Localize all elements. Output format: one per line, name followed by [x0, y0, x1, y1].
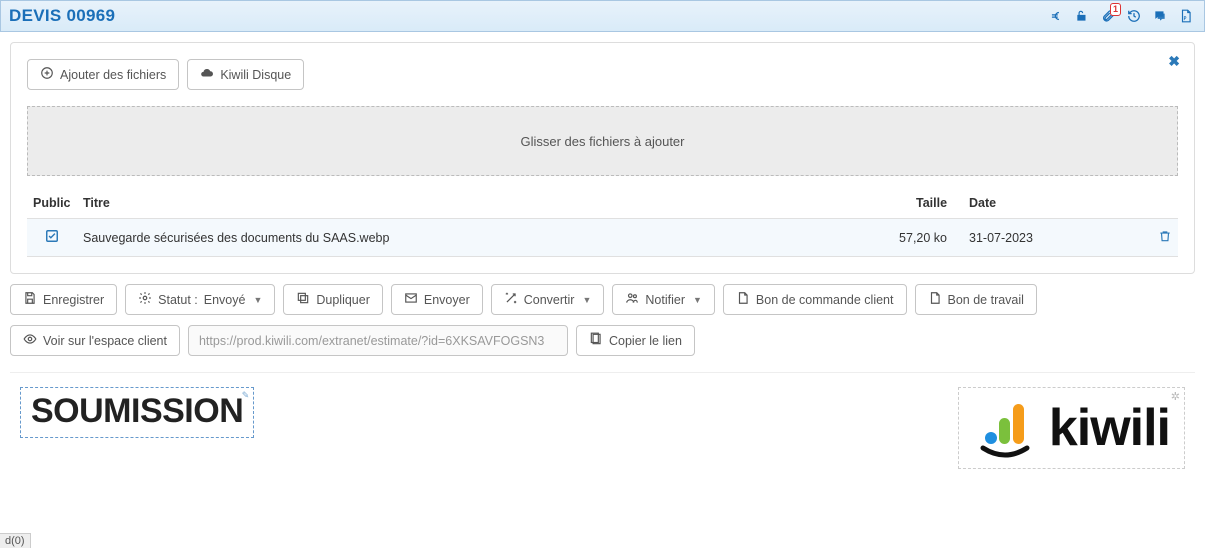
attachment-icon[interactable]: 1 [1098, 6, 1118, 26]
footer-d0: d(0) [0, 533, 31, 548]
work-order-button[interactable]: Bon de travail [915, 284, 1037, 315]
file-title[interactable]: Sauvegarde sécurisées des documents du S… [77, 219, 814, 257]
status-prefix: Statut : [158, 293, 198, 307]
copy-icon [296, 291, 310, 308]
plus-circle-icon [40, 66, 54, 83]
page-title: DEVIS 00969 [9, 6, 115, 26]
close-panel-icon[interactable]: ✖ [1168, 53, 1180, 70]
status-button[interactable]: Statut : Envoyé ▼ [125, 284, 275, 315]
dropzone-label: Glisser des fichiers à ajouter [520, 134, 684, 149]
col-title: Titre [77, 188, 814, 219]
logo-box[interactable]: ✲ kiwili [958, 387, 1185, 469]
file-date: 31-07-2023 [953, 219, 1152, 257]
soumission-title-box[interactable]: ✎ SOUMISSION [20, 387, 254, 438]
logo-settings-icon[interactable]: ✲ [1171, 390, 1180, 403]
clipboard-icon [589, 332, 603, 349]
table-row: Sauvegarde sécurisées des documents du S… [27, 219, 1178, 257]
pdf-icon[interactable] [1176, 6, 1196, 26]
preview-panel: ✎ SOUMISSION ✲ kiwili [10, 372, 1195, 497]
notify-label: Notifier [645, 293, 685, 307]
eye-icon [23, 332, 37, 349]
copy-link-button[interactable]: Copier le lien [576, 325, 695, 356]
cloud-icon [200, 66, 214, 83]
copy-link-label: Copier le lien [609, 334, 682, 348]
euro-icon[interactable] [1046, 6, 1066, 26]
chevron-down-icon: ▼ [253, 295, 262, 305]
gear-icon [138, 291, 152, 308]
file-icon [928, 291, 942, 308]
users-icon [625, 291, 639, 308]
convert-button[interactable]: Convertir ▼ [491, 284, 605, 315]
file-size: 57,20 ko [814, 219, 953, 257]
public-checkbox[interactable] [27, 219, 77, 257]
duplicate-button[interactable]: Dupliquer [283, 284, 383, 315]
table-header-row: Public Titre Taille Date [27, 188, 1178, 219]
header-icons: 1 [1046, 6, 1196, 26]
chat-icon[interactable] [1150, 6, 1170, 26]
save-label: Enregistrer [43, 293, 104, 307]
chevron-down-icon: ▼ [693, 295, 702, 305]
purchase-order-label: Bon de commande client [756, 293, 894, 307]
wand-icon [504, 291, 518, 308]
kiwili-disk-label: Kiwili Disque [220, 68, 291, 82]
view-client-space-button[interactable]: Voir sur l'espace client [10, 325, 180, 356]
share-url-input[interactable] [188, 325, 568, 356]
save-icon [23, 291, 37, 308]
envelope-icon [404, 291, 418, 308]
col-size: Taille [814, 188, 953, 219]
kiwili-logo-text: kiwili [1049, 398, 1170, 458]
delete-file-button[interactable] [1152, 219, 1178, 257]
soumission-text: SOUMISSION [31, 392, 243, 431]
unlock-icon[interactable] [1072, 6, 1092, 26]
add-files-button[interactable]: Ajouter des fichiers [27, 59, 179, 90]
file-icon [736, 291, 750, 308]
kiwili-logo: kiwili [973, 396, 1170, 460]
kiwili-disk-button[interactable]: Kiwili Disque [187, 59, 304, 90]
actions-row: Enregistrer Statut : Envoyé ▼ Dupliquer … [10, 284, 1195, 315]
kiwili-logo-icon [973, 396, 1037, 460]
dropzone[interactable]: Glisser des fichiers à ajouter [27, 106, 1178, 176]
chevron-down-icon: ▼ [582, 295, 591, 305]
add-files-label: Ajouter des fichiers [60, 68, 166, 82]
purchase-order-button[interactable]: Bon de commande client [723, 284, 907, 315]
notify-button[interactable]: Notifier ▼ [612, 284, 715, 315]
link-row: Voir sur l'espace client Copier le lien [10, 325, 1195, 356]
work-order-label: Bon de travail [948, 293, 1024, 307]
attachment-badge: 1 [1110, 3, 1121, 16]
send-label: Envoyer [424, 293, 470, 307]
files-table: Public Titre Taille Date Sauvegarde sécu… [27, 188, 1178, 257]
files-panel-buttons: Ajouter des fichiers Kiwili Disque [27, 59, 1178, 90]
edit-icon[interactable]: ✎ [242, 390, 250, 401]
header-bar: DEVIS 00969 1 [0, 0, 1205, 32]
col-date: Date [953, 188, 1152, 219]
col-public: Public [27, 188, 77, 219]
send-button[interactable]: Envoyer [391, 284, 483, 315]
view-client-space-label: Voir sur l'espace client [43, 334, 167, 348]
duplicate-label: Dupliquer [316, 293, 370, 307]
files-panel: ✖ Ajouter des fichiers Kiwili Disque Gli… [10, 42, 1195, 274]
history-icon[interactable] [1124, 6, 1144, 26]
convert-label: Convertir [524, 293, 575, 307]
save-button[interactable]: Enregistrer [10, 284, 117, 315]
status-value: Envoyé [204, 293, 246, 307]
